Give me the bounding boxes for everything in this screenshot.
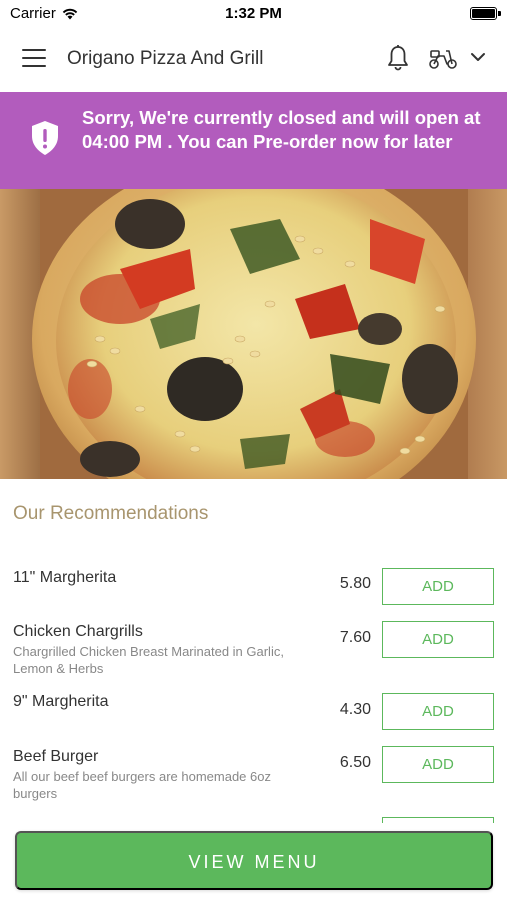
item-price: 6.50 [339,754,371,771]
add-button-partial[interactable] [382,817,494,823]
scooter-icon[interactable] [428,46,458,70]
item-description: All our beef beef burgers are homemade 6… [13,769,271,801]
battery-icon [470,7,497,20]
chevron-down-icon[interactable] [470,50,486,64]
pizza-photo [32,189,476,479]
add-button[interactable]: ADD [382,693,494,730]
add-button[interactable]: ADD [382,746,494,783]
status-time: 1:32 PM [225,5,282,22]
battery-tip [498,11,501,16]
recommendations-list[interactable]: 11" Margherita 5.80 ADD Chicken Chargril… [0,555,507,823]
shield-alert-icon [32,121,58,155]
closed-banner: Sorry, We're currently closed and will o… [0,92,507,189]
item-name: Beef Burger [13,748,99,765]
bell-icon[interactable] [386,44,410,72]
item-name: 11" Margherita [13,569,117,586]
item-name: 9" Margherita [13,693,109,710]
item-name: Chicken Chargrills [13,623,143,640]
hamburger-menu-icon[interactable] [22,49,46,69]
item-description: Chargrilled Chicken Breast Marinated in … [13,644,284,676]
item-price: 4.30 [339,701,371,718]
recommendations-title: Our Recommendations [13,503,209,524]
item-price: 5.80 [339,575,371,592]
view-menu-button[interactable]: VIEW MENU [15,831,493,890]
hero-pizza-image [0,189,507,479]
nav-bar: Origano Pizza And Grill [0,28,507,92]
closed-banner-text: Sorry, We're currently closed and will o… [82,107,481,152]
status-bar: Carrier 1:32 PM [0,0,507,28]
item-price: 7.60 [339,629,371,646]
add-button[interactable]: ADD [382,621,494,658]
add-button[interactable]: ADD [382,568,494,605]
restaurant-title: Origano Pizza And Grill [67,48,264,69]
